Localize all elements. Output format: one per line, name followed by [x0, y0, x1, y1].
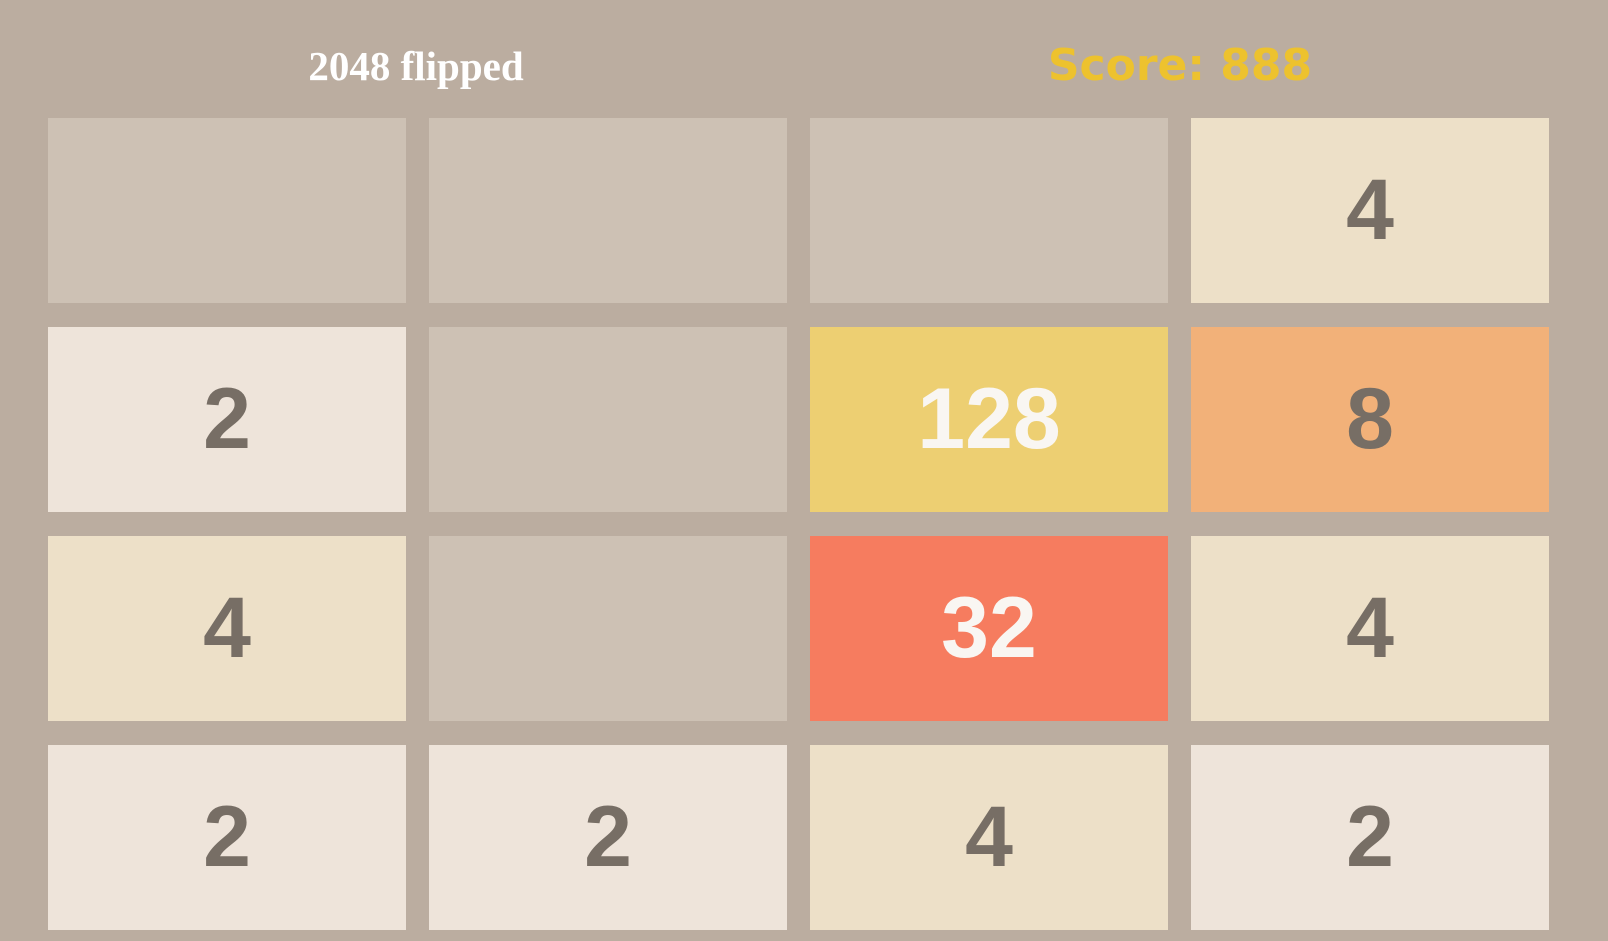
tile-r2-c3: 128	[810, 327, 1168, 512]
tile-r2-c2	[429, 327, 787, 512]
tile-r3-c4: 4	[1191, 536, 1549, 721]
tile-r1-c3	[810, 118, 1168, 303]
tile-r3-c2	[429, 536, 787, 721]
tile-r4-c4: 2	[1191, 745, 1549, 930]
tile-r4-c2: 2	[429, 745, 787, 930]
tile-r1-c1	[48, 118, 406, 303]
tile-r3-c1: 4	[48, 536, 406, 721]
game-page: 2048 flipped Score: 888 4 2 128 8 4 32 4…	[0, 0, 1608, 941]
tile-r2-c1: 2	[48, 327, 406, 512]
tile-r1-c2	[429, 118, 787, 303]
tile-r4-c3: 4	[810, 745, 1168, 930]
tile-r2-c4: 8	[1191, 327, 1549, 512]
tile-r4-c1: 2	[48, 745, 406, 930]
tile-r3-c3: 32	[810, 536, 1168, 721]
game-board[interactable]: 4 2 128 8 4 32 4 2 2 4 2	[48, 118, 1549, 930]
score-display: Score: 888	[1047, 40, 1313, 91]
tile-r1-c4: 4	[1191, 118, 1549, 303]
game-title: 2048 flipped	[308, 43, 524, 89]
